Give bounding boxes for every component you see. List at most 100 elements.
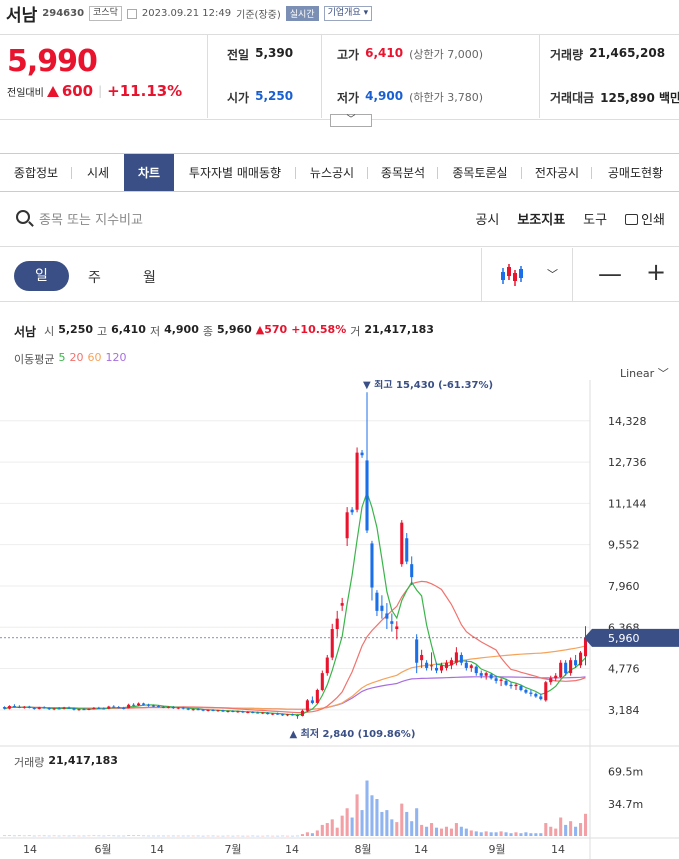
- volume-bar: [300, 834, 304, 836]
- candle-body: [62, 707, 66, 709]
- indicator-button[interactable]: 보조지표: [517, 209, 565, 228]
- volume-bar: [310, 833, 314, 836]
- stat-prev: 전일 5,390: [227, 46, 293, 63]
- volume-value: 21,417,183: [48, 754, 118, 767]
- volume-bar: [385, 810, 389, 836]
- ohlc-low: 4,900: [164, 323, 199, 336]
- chevron-down-icon[interactable]: ﹀: [547, 266, 558, 282]
- period-day-button[interactable]: 일: [14, 261, 69, 291]
- candlestick-type-icon[interactable]: [499, 262, 525, 288]
- tab-chart[interactable]: 차트: [124, 154, 174, 191]
- candle-body: [539, 696, 543, 700]
- ohlc-open: 5,250: [58, 323, 94, 336]
- volume-bar: [42, 835, 46, 837]
- tab-news[interactable]: 뉴스공시: [296, 154, 368, 191]
- tab-summary[interactable]: 종합정보: [0, 154, 72, 191]
- candle-body: [370, 543, 374, 588]
- stat-label: 전일: [227, 48, 250, 62]
- volume-bar: [156, 835, 160, 837]
- candle-body: [112, 706, 116, 708]
- volume-bar: [57, 835, 61, 837]
- y-tick-label: 4,776: [608, 663, 640, 676]
- x-tick-label: 14: [551, 843, 565, 856]
- stats-divider: [321, 34, 322, 118]
- volume-bar: [370, 795, 374, 836]
- volume-bar: [37, 835, 41, 837]
- tab-investor-trend[interactable]: 투자자별 매매동향: [174, 154, 296, 191]
- volume-bar: [166, 835, 170, 837]
- volume-bar: [2, 835, 7, 837]
- moving-average-legend[interactable]: 이동평균 5 20 60 120: [14, 351, 126, 367]
- candle-body: [156, 706, 160, 708]
- volume-bar: [444, 826, 449, 836]
- x-tick-label: 14: [150, 843, 164, 856]
- volume-bar: [97, 835, 101, 837]
- candle-body: [181, 707, 185, 709]
- volume-bar: [201, 835, 205, 837]
- candle-body: [430, 665, 434, 667]
- stat-open: 시가 5,250: [227, 89, 293, 106]
- candle-body: [494, 678, 498, 681]
- volume-bar: [122, 835, 126, 837]
- volume-bar: [281, 835, 285, 837]
- stat-low: 저가 4,900 (하한가 3,780): [337, 89, 483, 106]
- volume-bar: [549, 826, 553, 836]
- price-chart[interactable]: 14,32812,73611,1449,5527,9606,3684,7763,…: [0, 380, 679, 859]
- volume-bar: [181, 835, 185, 837]
- volume-bar: [72, 835, 76, 837]
- candle-body: [186, 708, 190, 710]
- search-icon[interactable]: [16, 210, 30, 224]
- volume-bar: [27, 835, 31, 837]
- candle-body: [137, 703, 141, 706]
- disclosure-button[interactable]: 공시: [475, 209, 499, 228]
- scale-dropdown[interactable]: Linear ﹀: [620, 365, 669, 381]
- zoom-out-button[interactable]: —: [598, 260, 622, 288]
- volume-bar: [211, 835, 215, 837]
- candle-body: [171, 706, 175, 709]
- volume-bar: [430, 823, 434, 836]
- tab-short-selling[interactable]: 공매도현황: [592, 154, 679, 191]
- candle-body: [559, 662, 563, 678]
- tab-analysis[interactable]: 종목분석: [368, 154, 438, 191]
- tools-button[interactable]: 도구: [583, 209, 607, 228]
- compare-search-input[interactable]: 종목 또는 지수비교: [39, 209, 143, 228]
- candle-body: [82, 709, 86, 711]
- candle-body: [87, 708, 91, 710]
- candle-body: [97, 707, 101, 709]
- candle-body: [12, 706, 16, 708]
- candle-body: [196, 709, 200, 711]
- company-overview-dropdown[interactable]: 기업개요 ▾: [323, 5, 373, 21]
- period-month-button[interactable]: 월: [143, 267, 156, 287]
- calendar-icon: [126, 9, 137, 19]
- zoom-in-button[interactable]: +: [646, 258, 666, 286]
- volume-bar: [454, 823, 458, 836]
- volume-bar: [127, 835, 131, 836]
- tab-e-disclosure[interactable]: 전자공시: [522, 154, 592, 191]
- candle-body: [295, 715, 300, 717]
- candle-body: [514, 684, 518, 687]
- volume-bar: [171, 835, 175, 837]
- candle-body: [132, 704, 136, 706]
- compare-label: 전일대비: [7, 87, 44, 99]
- candle-body: [454, 652, 458, 663]
- period-week-button[interactable]: 주: [88, 267, 101, 287]
- ma-label: 이동평균: [14, 353, 55, 366]
- realtime-button[interactable]: 실시간: [285, 5, 319, 21]
- volume-bar: [87, 835, 91, 837]
- tab-quote[interactable]: 시세: [72, 154, 124, 191]
- candle-body: [360, 452, 364, 456]
- tab-discussion[interactable]: 종목토론실: [438, 154, 522, 191]
- ohlc-label: 거: [350, 325, 361, 338]
- candle-body: [444, 662, 449, 668]
- chevron-down-icon: ﹀: [657, 367, 669, 380]
- ohlc-label: 시: [44, 325, 55, 338]
- candle-body: [261, 712, 265, 714]
- candle-body: [271, 713, 275, 715]
- candle-body: [534, 693, 538, 697]
- volume-bar: [315, 830, 319, 836]
- print-button[interactable]: 인쇄: [625, 209, 665, 228]
- current-price-label: 5,960: [608, 632, 640, 645]
- volume-bar: [146, 835, 151, 837]
- expand-chevron-icon[interactable]: ﹀: [330, 114, 372, 127]
- stat-label: 저가: [337, 91, 360, 105]
